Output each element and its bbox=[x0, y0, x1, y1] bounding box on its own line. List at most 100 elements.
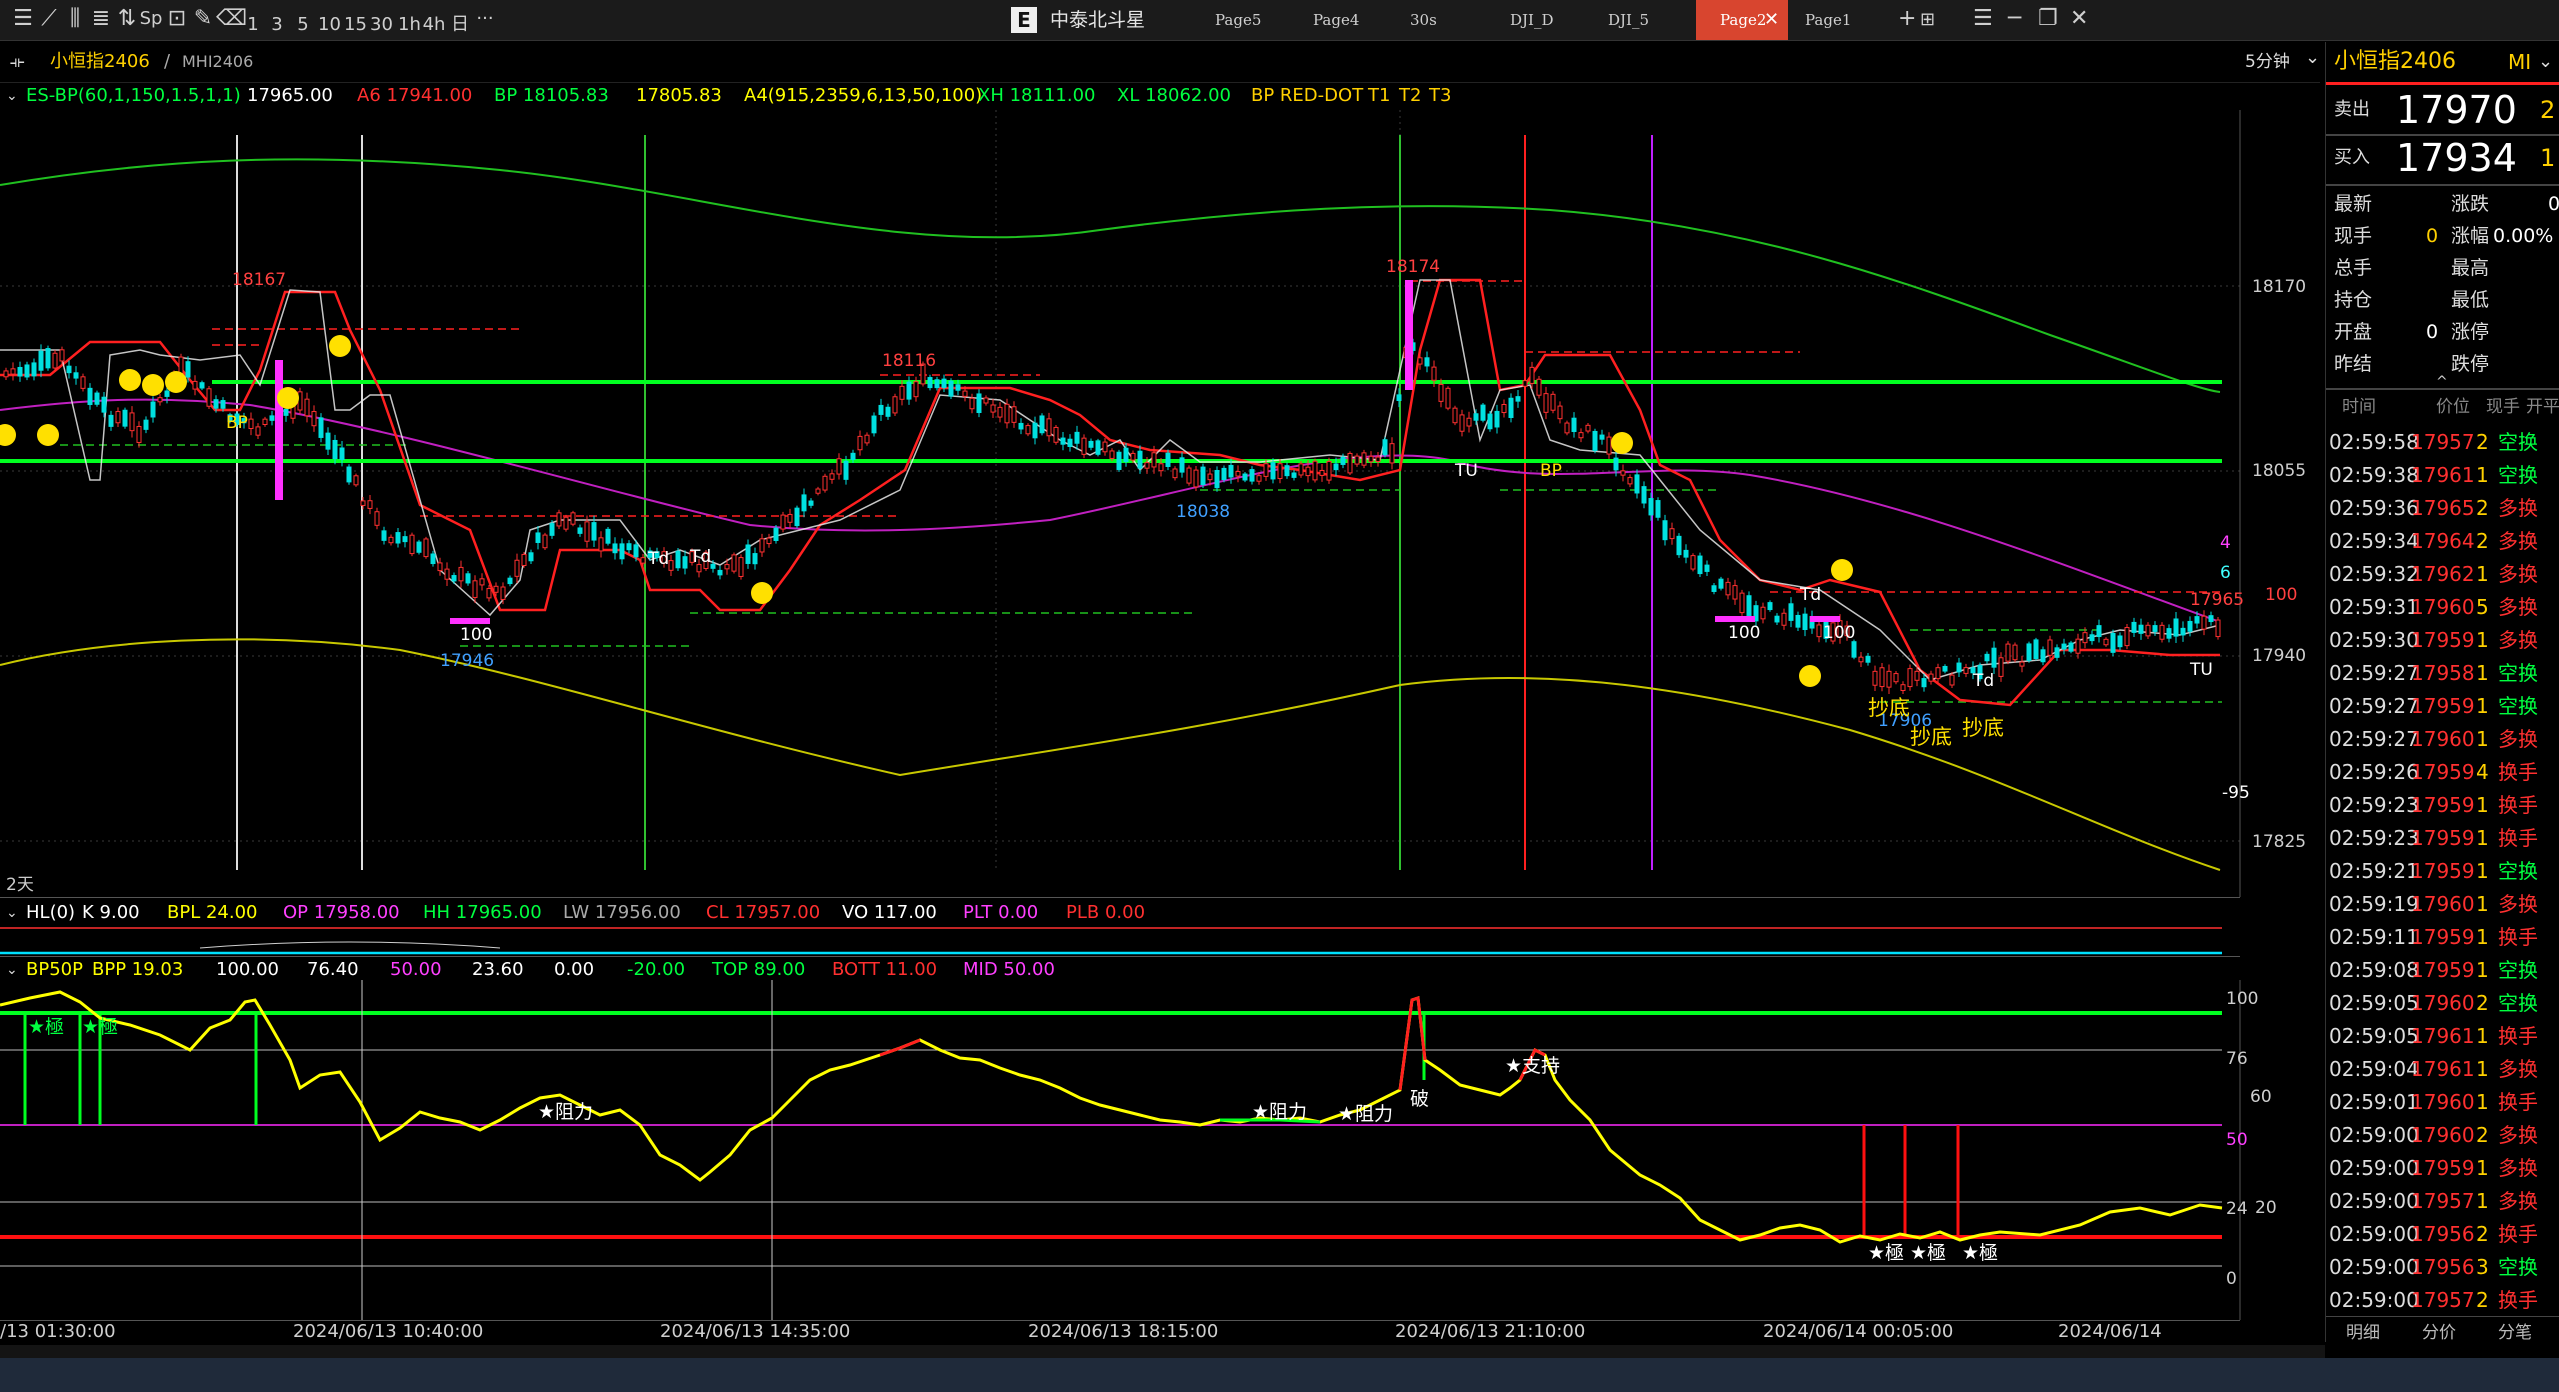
candle-body bbox=[311, 411, 317, 427]
tab-page1[interactable]: Page1 bbox=[1805, 0, 1851, 40]
tab-dji-d[interactable]: DJI_D bbox=[1510, 0, 1554, 40]
trades-list[interactable]: 02:59:58 17957 2 空换 02:59:38 17961 1 空换 02:59:36… bbox=[2326, 426, 2559, 1316]
period-1[interactable]: 1 bbox=[246, 12, 260, 38]
buy-price[interactable]: 17934 bbox=[2396, 136, 2517, 180]
candle-body bbox=[493, 585, 499, 593]
candle-body bbox=[1221, 467, 1227, 481]
collapse-arrow-icon[interactable]: ⌄ bbox=[6, 83, 18, 109]
main-price-chart[interactable]: 18167 18116 18174 17946 18038 17906 100 … bbox=[0, 110, 2325, 897]
trade-row[interactable]: 02:59:27 17960 1 多换 bbox=[2326, 723, 2559, 756]
trade-row[interactable]: 02:59:38 17961 1 空换 bbox=[2326, 459, 2559, 492]
sell-price[interactable]: 17970 bbox=[2396, 88, 2517, 132]
instrument-name[interactable]: 小恒指2406 bbox=[50, 42, 150, 82]
more-menu[interactable]: ··· bbox=[470, 6, 500, 32]
chevron-down-icon[interactable]: ⌄ bbox=[2538, 42, 2553, 82]
tab-30s[interactable]: 30s bbox=[1410, 0, 1437, 40]
candle-body bbox=[206, 388, 212, 407]
candle-body bbox=[1095, 440, 1101, 455]
trade-row[interactable]: 02:59:00 17956 2 换手 bbox=[2326, 1218, 2559, 1251]
trade-row[interactable]: 02:59:08 17959 1 空换 bbox=[2326, 954, 2559, 987]
tab-tick-split[interactable]: 分笔 bbox=[2498, 1320, 2532, 1346]
candle-body bbox=[1704, 564, 1710, 572]
close-window-icon[interactable]: ✕ bbox=[2070, 6, 2088, 31]
trade-row[interactable]: 02:59:58 17957 2 空换 bbox=[2326, 426, 2559, 459]
period-15[interactable]: 15 bbox=[344, 12, 367, 38]
trade-row[interactable]: 02:59:32 17962 1 多换 bbox=[2326, 558, 2559, 591]
trade-row[interactable]: 02:59:26 17959 4 换手 bbox=[2326, 756, 2559, 789]
oscillator-chart[interactable]: ★極 ★極 ★阻力 ★阻力 ★阻力 ★支持 破 ★極 ★極 ★極 100 76 … bbox=[0, 980, 2325, 1320]
candle-body bbox=[1207, 473, 1213, 481]
period-day[interactable]: 日 bbox=[450, 12, 470, 38]
trade-row[interactable]: 02:59:00 17957 2 换手 bbox=[2326, 1284, 2559, 1316]
trade-qty: 1 bbox=[2476, 958, 2489, 982]
minimize-icon[interactable]: ─ bbox=[2008, 6, 2021, 31]
trade-row[interactable]: 02:59:27 17959 1 空换 bbox=[2326, 690, 2559, 723]
candle-body bbox=[1158, 463, 1164, 472]
trade-row[interactable]: 02:59:04 17961 1 多换 bbox=[2326, 1053, 2559, 1086]
instrument-code: MHI2406 bbox=[182, 52, 254, 71]
close-tab-icon[interactable]: ✕ bbox=[1764, 0, 1779, 40]
hl-name[interactable]: HL(0) bbox=[26, 900, 75, 926]
sp-button[interactable]: Sp bbox=[138, 6, 164, 32]
trade-qty: 1 bbox=[2476, 1024, 2489, 1048]
period-10[interactable]: 10 bbox=[318, 12, 341, 38]
line-chart-icon[interactable]: ⟋ bbox=[36, 6, 62, 32]
tu-label: TU bbox=[2189, 660, 2213, 680]
ohlc-bar-icon[interactable]: ≣ bbox=[88, 6, 114, 32]
osc-tick: 0 bbox=[2226, 1269, 2237, 1289]
period-4h[interactable]: 4h bbox=[422, 12, 446, 38]
candle-body bbox=[1599, 434, 1605, 440]
indicator-name[interactable]: ES-BP(60,1,150,1.5,1,1) bbox=[26, 83, 241, 109]
chevron-down-icon[interactable]: ⌄ bbox=[2305, 38, 2320, 78]
trade-row[interactable]: 02:59:36 17965 2 多换 bbox=[2326, 492, 2559, 525]
tab-page5[interactable]: Page5 bbox=[1215, 0, 1261, 40]
pencil-icon[interactable]: ✎ bbox=[190, 6, 216, 32]
candle-body bbox=[1375, 456, 1381, 463]
s-box-icon[interactable]: ⊡ bbox=[164, 6, 190, 32]
trade-row[interactable]: 02:59:00 17960 2 多换 bbox=[2326, 1119, 2559, 1152]
tab-detail[interactable]: 明细 bbox=[2346, 1320, 2380, 1346]
restore-icon[interactable]: ❐ bbox=[2038, 6, 2058, 31]
eraser-icon[interactable]: ⌫ bbox=[216, 6, 247, 32]
trade-row[interactable]: 02:59:30 17959 1 多换 bbox=[2326, 624, 2559, 657]
period-5[interactable]: 5 bbox=[294, 12, 312, 38]
tab-page2[interactable]: Page2 ✕ bbox=[1696, 0, 1788, 40]
menu-icon[interactable]: ☰ bbox=[1973, 6, 1993, 31]
td-label: Td bbox=[1799, 585, 1821, 605]
time-tick: 2024/06/13 10:40:00 bbox=[293, 1321, 484, 1342]
period-select[interactable]: 5分钟 bbox=[2245, 42, 2290, 82]
candle-body bbox=[1676, 535, 1682, 556]
tab-dji-5[interactable]: DJI_5 bbox=[1608, 0, 1649, 40]
trade-row[interactable]: 02:59:19 17960 1 多换 bbox=[2326, 888, 2559, 921]
list-icon[interactable]: ☰ bbox=[10, 6, 36, 32]
instrument-collapse-icon[interactable]: ⟛ bbox=[10, 42, 25, 82]
period-30[interactable]: 30 bbox=[370, 12, 393, 38]
trade-row[interactable]: 02:59:34 17964 2 多换 bbox=[2326, 525, 2559, 558]
trade-row[interactable]: 02:59:05 17961 1 换手 bbox=[2326, 1020, 2559, 1053]
layout-icon[interactable]: ⊞ bbox=[1920, 9, 1935, 30]
trade-row[interactable]: 02:59:00 17956 3 空换 bbox=[2326, 1251, 2559, 1284]
trade-row[interactable]: 02:59:23 17959 1 换手 bbox=[2326, 789, 2559, 822]
trade-row[interactable]: 02:59:11 17959 1 换手 bbox=[2326, 921, 2559, 954]
trade-type: 多换 bbox=[2498, 628, 2538, 652]
trade-row[interactable]: 02:59:01 17960 1 换手 bbox=[2326, 1086, 2559, 1119]
trade-row[interactable]: 02:59:27 17958 1 空换 bbox=[2326, 657, 2559, 690]
trade-row[interactable]: 02:59:21 17959 1 空换 bbox=[2326, 855, 2559, 888]
quote-menu[interactable]: MI bbox=[2508, 42, 2531, 82]
trade-row[interactable]: 02:59:05 17960 2 空换 bbox=[2326, 987, 2559, 1020]
field-label: 最低 bbox=[2451, 289, 2490, 311]
trade-row[interactable]: 02:59:23 17959 1 换手 bbox=[2326, 822, 2559, 855]
trade-row[interactable]: 02:59:31 17960 5 多换 bbox=[2326, 591, 2559, 624]
trade-qty: 1 bbox=[2476, 1156, 2489, 1180]
tick-icon[interactable]: ⇅ bbox=[114, 6, 140, 32]
add-tab-icon[interactable]: + bbox=[1898, 6, 1916, 31]
collapse-arrow-icon[interactable]: ⌄ bbox=[6, 900, 18, 926]
trade-row[interactable]: 02:59:00 17957 1 多换 bbox=[2326, 1185, 2559, 1218]
period-3[interactable]: 3 bbox=[268, 12, 286, 38]
candle-body bbox=[948, 380, 954, 397]
period-1h[interactable]: 1h bbox=[398, 12, 421, 38]
tab-page4[interactable]: Page4 bbox=[1313, 0, 1359, 40]
tab-price-split[interactable]: 分价 bbox=[2422, 1320, 2456, 1346]
trade-row[interactable]: 02:59:00 17959 1 多换 bbox=[2326, 1152, 2559, 1185]
candlestick-icon[interactable]: ⫼ bbox=[62, 6, 88, 32]
